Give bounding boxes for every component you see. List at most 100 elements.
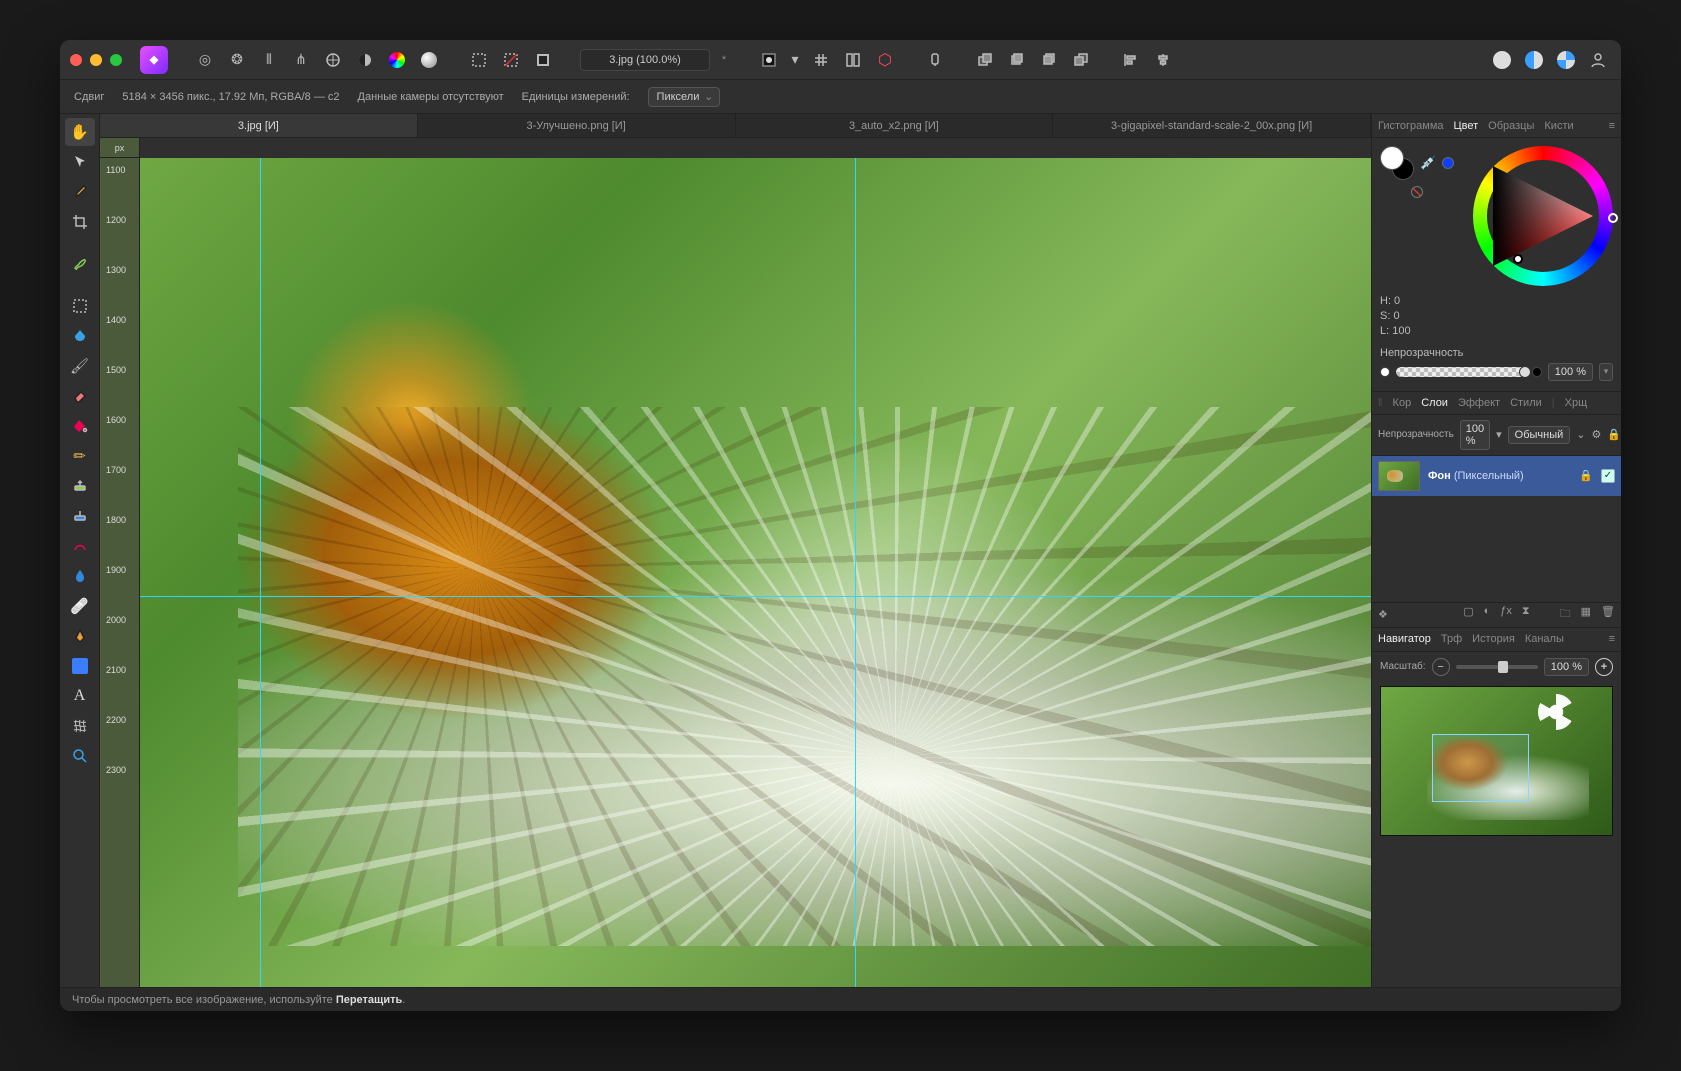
layer-name-label[interactable]: Фон (Пиксельный) bbox=[1428, 470, 1524, 482]
zoom-tool-icon[interactable] bbox=[65, 742, 95, 770]
tab-history[interactable]: История bbox=[1472, 633, 1515, 645]
persona-develop-icon[interactable]: ⦀ bbox=[256, 47, 282, 73]
layer-opacity-dropdown-icon[interactable]: ▾ bbox=[1496, 428, 1502, 441]
vertical-guide[interactable] bbox=[855, 158, 856, 987]
selection-deselect-icon[interactable] bbox=[498, 47, 524, 73]
zoom-slider[interactable] bbox=[1456, 665, 1538, 669]
tab-adjustments[interactable]: Кор bbox=[1393, 397, 1412, 409]
layer-row[interactable]: Фон (Пиксельный) 🔒 ✓ bbox=[1372, 456, 1621, 496]
document-tab[interactable]: 3_auto_x2.png [И] bbox=[736, 114, 1054, 137]
account-icon[interactable] bbox=[1585, 47, 1611, 73]
opacity-slider-knob[interactable] bbox=[1519, 366, 1531, 378]
fill-tool-icon[interactable] bbox=[65, 412, 95, 440]
add-fill-layer-icon[interactable] bbox=[1489, 47, 1515, 73]
patch-tool-icon[interactable]: 🩹 bbox=[65, 592, 95, 620]
panel-menu-icon[interactable]: ≡ bbox=[1609, 120, 1615, 132]
zoom-in-button[interactable]: + bbox=[1595, 658, 1613, 676]
move-tool-icon[interactable] bbox=[65, 148, 95, 176]
tab-effects[interactable]: Эффект bbox=[1458, 397, 1500, 409]
horizontal-guide[interactable] bbox=[140, 596, 1371, 597]
minimize-window-button[interactable] bbox=[90, 54, 102, 66]
add-adjustment-layer-icon[interactable] bbox=[1521, 47, 1547, 73]
eyedropper-icon[interactable]: 💉 bbox=[1420, 155, 1436, 171]
erase-tool-icon[interactable] bbox=[65, 382, 95, 410]
inpainting-tool-icon[interactable] bbox=[65, 532, 95, 560]
tab-color[interactable]: Цвет bbox=[1454, 120, 1479, 132]
blend-mode-dropdown-icon[interactable]: ⌄ bbox=[1576, 428, 1585, 441]
opacity-slider[interactable] bbox=[1396, 367, 1526, 377]
vertical-ruler[interactable]: 1100120013001400150016001700180019002000… bbox=[100, 158, 140, 987]
add-live-filter-icon[interactable] bbox=[1553, 47, 1579, 73]
ruler-unit-label[interactable]: px bbox=[100, 138, 140, 158]
document-tab[interactable]: 3-Улучшено.png [И] bbox=[418, 114, 736, 137]
sl-cursor[interactable] bbox=[1513, 254, 1523, 264]
layer-locked-icon[interactable]: 🔒 bbox=[1579, 469, 1593, 482]
soft-proof-icon[interactable] bbox=[416, 47, 442, 73]
align-center-icon[interactable] bbox=[1150, 47, 1176, 73]
tab-brushes[interactable]: Кисти bbox=[1544, 120, 1573, 132]
tab-navigator[interactable]: Навигатор bbox=[1378, 633, 1431, 645]
close-window-button[interactable] bbox=[70, 54, 82, 66]
quickmask-icon[interactable] bbox=[756, 47, 782, 73]
hsl-icon[interactable] bbox=[384, 47, 410, 73]
selection-marquee-icon[interactable] bbox=[466, 47, 492, 73]
mesh-warp-tool-icon[interactable] bbox=[65, 712, 95, 740]
arrange-forward-icon[interactable] bbox=[1036, 47, 1062, 73]
recent-color-swatch[interactable] bbox=[1442, 157, 1454, 169]
fullscreen-window-button[interactable] bbox=[110, 54, 122, 66]
flood-select-tool-icon[interactable] bbox=[65, 322, 95, 350]
navigator-view-rectangle[interactable] bbox=[1432, 734, 1529, 802]
persona-photo-icon[interactable]: ◎ bbox=[192, 47, 218, 73]
shape-tool-icon[interactable] bbox=[65, 652, 95, 680]
persona-liquify-icon[interactable]: ❂ bbox=[224, 47, 250, 73]
zoom-slider-knob[interactable] bbox=[1498, 661, 1508, 673]
blur-tool-icon[interactable] bbox=[65, 562, 95, 590]
no-color-swatch[interactable] bbox=[1411, 186, 1423, 198]
group-layers-icon[interactable]: 🗀 bbox=[1560, 605, 1571, 624]
arrange-backward-icon[interactable] bbox=[1004, 47, 1030, 73]
snapping-toggle-icon[interactable]: ⬡ bbox=[872, 47, 898, 73]
color-picker-tool-icon[interactable] bbox=[65, 178, 95, 206]
align-left-icon[interactable] bbox=[1118, 47, 1144, 73]
add-adjustment-icon[interactable]: ◐ bbox=[1484, 605, 1491, 624]
color-wheel[interactable] bbox=[1473, 146, 1613, 286]
text-tool-icon[interactable]: A bbox=[65, 682, 95, 710]
layer-opacity-input[interactable]: 100 % bbox=[1460, 420, 1490, 450]
tab-swatches[interactable]: Образцы bbox=[1488, 120, 1534, 132]
grid-toggle-icon[interactable] bbox=[808, 47, 834, 73]
dodge-tool-icon[interactable]: ✏ bbox=[65, 442, 95, 470]
vertical-guide[interactable] bbox=[260, 158, 261, 987]
document-tab[interactable]: 3-gigapixel-standard-scale-2_00x.png [И] bbox=[1053, 114, 1371, 137]
add-pixel-layer-icon[interactable]: ▦ bbox=[1581, 605, 1591, 624]
tab-histogram[interactable]: Гистограмма bbox=[1378, 120, 1444, 132]
view-tool-hand-icon[interactable]: ✋ bbox=[65, 118, 95, 146]
arrange-back-icon[interactable] bbox=[972, 47, 998, 73]
blend-mode-select[interactable]: Обычный bbox=[1508, 426, 1571, 444]
opacity-value-input[interactable]: 100 % bbox=[1548, 363, 1593, 381]
add-fx-icon[interactable]: ƒx bbox=[1500, 605, 1512, 624]
selection-invert-icon[interactable] bbox=[530, 47, 556, 73]
tab-styles[interactable]: Стили bbox=[1510, 397, 1542, 409]
clone-tool-icon[interactable] bbox=[65, 472, 95, 500]
quickmask-dropdown-icon[interactable]: ▾ bbox=[788, 47, 802, 73]
add-mask-icon[interactable]: ▢ bbox=[1463, 605, 1473, 624]
pen-tool-icon[interactable] bbox=[65, 622, 95, 650]
layer-settings-icon[interactable]: ⚙ bbox=[1592, 428, 1602, 441]
opacity-dropdown-icon[interactable]: ▾ bbox=[1599, 363, 1613, 381]
levels-icon[interactable] bbox=[352, 47, 378, 73]
crop-tool-icon[interactable] bbox=[65, 208, 95, 236]
zoom-out-button[interactable]: − bbox=[1432, 658, 1450, 676]
layer-lock-icon[interactable]: 🔒 bbox=[1607, 428, 1621, 441]
units-select[interactable]: Пиксели bbox=[648, 87, 721, 107]
add-live-filter-icon[interactable]: ⧗ bbox=[1522, 605, 1530, 624]
marquee-tool-icon[interactable] bbox=[65, 292, 95, 320]
persona-tone-icon[interactable]: ⋔ bbox=[288, 47, 314, 73]
selection-brush-tool-icon[interactable] bbox=[65, 250, 95, 278]
tab-stock[interactable]: Хрщ bbox=[1565, 397, 1588, 409]
navigator-preview[interactable] bbox=[1380, 686, 1613, 836]
arrange-front-icon[interactable] bbox=[1068, 47, 1094, 73]
panel-menu-icon[interactable]: ≡ bbox=[1609, 633, 1615, 645]
foreground-background-swatch[interactable] bbox=[1380, 146, 1414, 180]
healing-tool-icon[interactable] bbox=[65, 502, 95, 530]
layer-thumbnail[interactable] bbox=[1378, 461, 1420, 491]
